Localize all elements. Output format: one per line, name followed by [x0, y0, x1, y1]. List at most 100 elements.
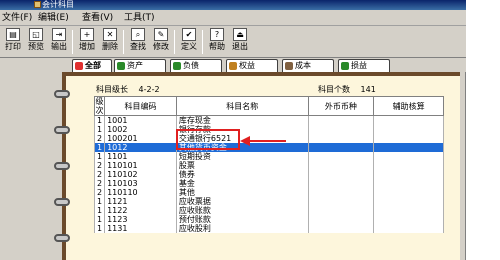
- cell-code: 110101: [104, 161, 177, 170]
- cell-aux: [373, 206, 444, 215]
- cell-currency: [307, 224, 375, 233]
- add-icon: +: [80, 28, 94, 41]
- table-row[interactable]: 1 1101 短期投资: [93, 152, 444, 161]
- cell-level: 2: [93, 161, 106, 170]
- cell-aux: [373, 125, 444, 134]
- assets-icon: [117, 62, 125, 70]
- binder-ring: [54, 162, 70, 170]
- equity-icon: [229, 62, 237, 70]
- col-code[interactable]: 科目编码: [104, 96, 177, 116]
- cell-currency: [307, 206, 375, 215]
- cell-code: 1101: [104, 152, 177, 161]
- cell-aux: [373, 143, 444, 152]
- cell-code: 1002: [104, 125, 177, 134]
- export-button[interactable]: ⇥ 输出: [48, 28, 70, 56]
- col-level[interactable]: 级次: [93, 96, 106, 116]
- col-currency[interactable]: 外币币种: [307, 96, 375, 116]
- title-bar: 会计科目: [0, 0, 466, 10]
- exit-icon: ⏏: [233, 28, 247, 41]
- table-header: 级次 科目编码 科目名称 外币币种 辅助核算: [93, 96, 444, 116]
- cell-code: 110103: [104, 179, 177, 188]
- all-icon: [75, 62, 83, 70]
- table-row[interactable]: 2 110103 基金: [93, 179, 444, 188]
- tab-equity[interactable]: 权益: [226, 59, 278, 72]
- cell-level: 1: [93, 143, 106, 152]
- define-icon: ✔: [182, 28, 196, 41]
- preview-button[interactable]: ◱ 预览: [25, 28, 47, 56]
- search-icon: ⌕: [131, 28, 145, 41]
- cell-level: 2: [93, 179, 106, 188]
- help-button[interactable]: ? 帮助: [206, 28, 228, 56]
- delete-button[interactable]: ✕ 删除: [99, 28, 121, 56]
- cell-name: 应收股利: [175, 224, 309, 233]
- table-row[interactable]: 2 110110 其他: [93, 188, 444, 197]
- cell-code: 100201: [104, 134, 177, 143]
- cell-currency: [307, 170, 375, 179]
- cell-aux: [373, 188, 444, 197]
- print-button[interactable]: ▤ 打印: [2, 28, 24, 56]
- table-row[interactable]: 1 1001 库存现金: [93, 115, 444, 125]
- menu-tools[interactable]: 工具(T): [124, 12, 155, 24]
- tab-cost[interactable]: 成本: [282, 59, 334, 72]
- table-row[interactable]: 1 1002 银行存款: [93, 125, 444, 134]
- cell-aux: [373, 224, 444, 233]
- cell-currency: [307, 188, 375, 197]
- cost-icon: [285, 62, 293, 70]
- app-icon: [34, 1, 41, 8]
- search-button[interactable]: ⌕ 查找: [127, 28, 149, 56]
- cell-aux: [373, 215, 444, 224]
- cell-level: 2: [93, 134, 106, 143]
- cell-level: 1: [93, 215, 106, 224]
- table-row[interactable]: 1 1123 预付账款: [93, 215, 444, 224]
- tab-profit-loss[interactable]: 损益: [338, 59, 390, 72]
- cell-code: 1121: [104, 197, 177, 206]
- table-row[interactable]: 1 1121 应收票据: [93, 197, 444, 206]
- toolbar-separator: [174, 30, 175, 54]
- cell-name: 应收票据: [175, 197, 309, 206]
- cell-level: 1: [93, 115, 106, 125]
- col-name[interactable]: 科目名称: [175, 96, 309, 116]
- cell-code: 110102: [104, 170, 177, 179]
- table-row[interactable]: 2 110101 股票: [93, 161, 444, 170]
- exit-button[interactable]: ⏏ 退出: [229, 28, 251, 56]
- cell-aux: [373, 179, 444, 188]
- cell-name: 库存现金: [175, 115, 309, 125]
- cell-name: 应收账款: [175, 206, 309, 215]
- menu-file[interactable]: 文件(F): [2, 12, 32, 24]
- window-title: 会计科目: [42, 0, 74, 9]
- table-row[interactable]: 2 110102 债券: [93, 170, 444, 179]
- cell-code: 1012: [104, 143, 177, 152]
- table-row[interactable]: 1 1131 应收股利: [93, 224, 444, 233]
- help-icon: ?: [210, 28, 224, 41]
- cell-aux: [373, 170, 444, 179]
- preview-icon: ◱: [29, 28, 43, 41]
- menu-edit[interactable]: 编辑(E): [38, 12, 69, 24]
- table-row[interactable]: 1 1122 应收账款: [93, 206, 444, 215]
- cell-name: 短期投资: [175, 152, 309, 161]
- cell-level: 1: [93, 125, 106, 134]
- cell-code: 1001: [104, 115, 177, 125]
- cell-code: 1123: [104, 215, 177, 224]
- add-button[interactable]: + 增加: [76, 28, 98, 56]
- tab-assets[interactable]: 资产: [114, 59, 166, 72]
- define-button[interactable]: ✔ 定义: [178, 28, 200, 56]
- binder-ring: [54, 198, 70, 206]
- edit-icon: ✎: [154, 28, 168, 41]
- binder-ring: [54, 234, 70, 242]
- cell-code: 1122: [104, 206, 177, 215]
- cell-currency: [307, 115, 375, 125]
- edit-button[interactable]: ✎ 修改: [150, 28, 172, 56]
- cell-currency: [307, 152, 375, 161]
- cell-name: 债券: [175, 170, 309, 179]
- col-aux[interactable]: 辅助核算: [373, 96, 444, 116]
- cell-code: 110110: [104, 188, 177, 197]
- app-window: 会计科目 文件(F) 编辑(E) 查看(V) 工具(T) ▤ 打印 ◱ 预览 ⇥ 输出…: [0, 0, 466, 260]
- cell-currency: [307, 134, 375, 143]
- cell-currency: [307, 125, 375, 134]
- menu-view[interactable]: 查看(V): [82, 12, 113, 24]
- tab-all[interactable]: 全部: [72, 59, 112, 72]
- cell-level: 1: [93, 152, 106, 161]
- liabilities-icon: [173, 62, 181, 70]
- tab-liabilities[interactable]: 负债: [170, 59, 222, 72]
- cell-currency: [307, 161, 375, 170]
